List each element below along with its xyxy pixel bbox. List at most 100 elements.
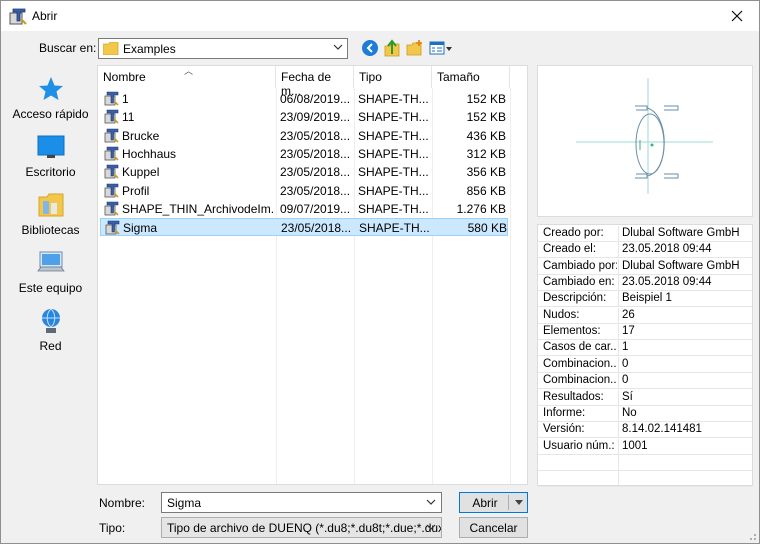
property-value: Sí [622,390,633,403]
dropdown-arrow-icon[interactable] [515,500,523,505]
cancel-button[interactable]: Cancelar [459,517,528,538]
split-divider [508,495,509,510]
file-row[interactable]: Hochhaus 23/05/2018... SHAPE-TH... 312 KB [100,145,508,163]
title-bar[interactable]: Abrir [1,1,759,31]
resize-grip-icon[interactable] [747,531,757,541]
file-type: SHAPE-TH... [358,92,429,106]
file-name-value: Sigma [167,496,202,510]
file-size: 312 KB [466,146,506,161]
file-row[interactable]: Profil 23/05/2018... SHAPE-TH... 856 KB [100,182,508,200]
property-value: No [622,406,637,419]
new-folder-icon[interactable] [406,39,424,57]
place-quick-access[interactable]: Acceso rápido [8,75,93,131]
file-size: 436 KB [466,128,506,143]
file-row[interactable]: SHAPE_THIN_ArchivodeIm... 09/07/2019... SH… [100,200,508,218]
view-menu-icon[interactable] [429,39,453,57]
place-label: Red [39,339,62,353]
property-key: Usuario núm.: [543,439,615,452]
file-row[interactable]: 11 23/09/2019... SHAPE-TH... 152 KB [100,108,508,126]
property-key: Versión: [543,423,585,436]
app-icon [9,8,27,25]
place-label: Este equipo [18,281,83,295]
property-key: Descripción: [543,292,607,305]
properties-panel: Creado por: Dlubal Software GmbH Creado el… [537,224,753,488]
property-value: Beispiel 1 [622,292,672,305]
folder-icon [103,42,119,55]
property-row: Cambiado por: Dlubal Software GmbH [538,258,752,275]
file-date: 23/05/2018... [280,165,351,180]
open-label: Abrir [472,496,498,510]
property-divider [618,291,619,308]
property-value: 23.05.2018 09:44 [622,276,712,289]
place-this-pc[interactable]: Este equipo [8,249,93,305]
property-key: Nudos: [543,308,580,321]
file-row[interactable]: 1 06/08/2019... SHAPE-TH... 152 KB [100,90,508,108]
property-row [538,471,752,488]
property-value: 8.14.02.141481 [622,423,702,436]
shape-file-icon [104,164,119,179]
property-divider [618,258,619,275]
quick-access-icon [38,77,63,100]
column-header-size[interactable]: Tamaño [432,66,510,88]
desktop-icon [37,135,64,158]
column-label: Tamaño [437,70,480,84]
file-size: 152 KB [466,110,506,125]
shape-file-icon [104,91,119,106]
column-header-type[interactable]: Tipo [354,66,432,88]
network-icon [41,308,60,333]
property-value: 0 [622,357,629,370]
property-row: Descripción: Beispiel 1 [538,291,752,308]
place-libraries[interactable]: Bibliotecas [8,191,93,247]
file-list[interactable]: ︿ Nombre Fecha de m... Tipo Tamaño 1 06/0… [97,65,528,485]
chevron-down-icon[interactable] [426,497,436,507]
property-divider [618,405,619,422]
file-type-value: Tipo de archivo de DUENQ (*.du8;*.du8t;*… [167,521,442,535]
file-name: Sigma [123,221,158,236]
property-value: Dlubal Software GmbH [622,259,740,272]
file-date: 23/05/2018... [281,221,352,236]
place-label: Bibliotecas [21,223,80,237]
file-name: Profil [122,183,150,198]
close-button[interactable] [715,1,759,31]
file-date: 09/07/2019... [280,201,351,216]
property-row: Creado el: 23.05.2018 09:44 [538,242,752,259]
property-value: 0 [622,374,629,387]
file-row[interactable]: Brucke 23/05/2018... SHAPE-TH... 436 KB [100,127,508,145]
property-row: Combinacion... 0 [538,373,752,390]
property-divider [618,373,619,390]
window-title: Abrir [32,9,58,23]
property-divider [618,438,619,455]
chevron-down-icon [333,44,343,50]
shape-file-icon [104,201,119,216]
column-header-name[interactable]: ︿ Nombre [98,66,276,88]
file-type-select[interactable]: Tipo de archivo de DUENQ (*.du8;*.du8t;*… [161,517,442,538]
place-label: Acceso rápido [12,107,89,121]
up-folder-icon[interactable] [383,39,401,57]
property-divider [618,389,619,406]
file-size: 1.276 KB [456,201,506,216]
file-name-input[interactable]: Sigma [161,492,442,513]
file-type: SHAPE-TH... [358,201,429,216]
property-key: Creado por: [543,227,604,239]
file-size: 580 KB [467,221,507,236]
shape-file-icon [104,146,119,161]
back-icon[interactable] [361,39,379,57]
property-key: Creado el: [543,243,597,256]
property-value: 1001 [622,439,648,452]
libraries-icon [38,193,63,217]
place-network[interactable]: Red [8,307,93,363]
place-desktop[interactable]: Escritorio [8,133,93,189]
column-label: Nombre [103,70,146,84]
name-label: Nombre: [99,496,146,510]
shape-file-icon [104,109,119,124]
file-row[interactable]: Kuppel 23/05/2018... SHAPE-TH... 356 KB [100,163,508,181]
column-header-date[interactable]: Fecha de m... [276,66,354,98]
look-in-combo[interactable]: Examples [98,38,348,59]
file-row[interactable]: Sigma 23/05/2018... SHAPE-TH... 580 KB [100,218,508,237]
open-button[interactable]: Abrir [459,492,528,513]
property-divider [618,307,619,324]
property-row: Resultados: Sí [538,389,752,406]
look-in-label: Buscar en: [39,41,97,55]
property-key: Combinacion... [543,374,617,387]
property-value: Dlubal Software GmbH [622,227,740,239]
